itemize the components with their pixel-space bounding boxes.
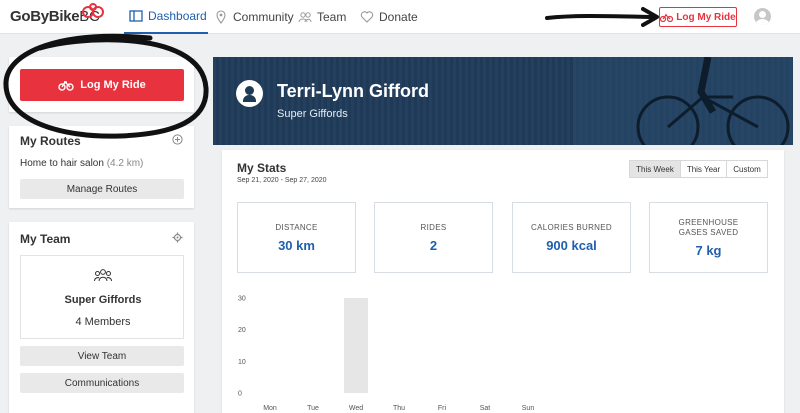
- stat-label: CALORIES BURNED: [531, 223, 612, 232]
- logo-text: GoByBike: [10, 8, 80, 25]
- profile-user-icon: [236, 80, 263, 107]
- y-tick-label: 20: [238, 327, 246, 334]
- communications-button[interactable]: Communications: [20, 373, 184, 393]
- team-name: Super Giffords: [64, 294, 142, 306]
- profile-team-name[interactable]: Super Giffords: [277, 108, 348, 120]
- dashboard-icon: [129, 10, 143, 22]
- route-distance: (4.2 km): [106, 158, 144, 169]
- my-routes-title: My Routes: [20, 134, 81, 148]
- team-summary-box[interactable]: Super Giffords 4 Members: [20, 255, 184, 339]
- stat-label: GREENHOUSE GASES SAVED: [678, 218, 739, 237]
- stat-card-calories: CALORIES BURNED 900 kcal: [512, 202, 631, 273]
- y-tick-label: 0: [238, 391, 242, 398]
- period-custom-button[interactable]: Custom: [726, 160, 768, 178]
- my-team-title: My Team: [20, 232, 71, 246]
- heart-icon: [360, 11, 374, 23]
- bike-icon: [660, 13, 674, 22]
- x-tick-label: Tue: [307, 405, 319, 412]
- stat-label: RIDES: [420, 223, 447, 232]
- bike-icon: [58, 80, 74, 91]
- log-ride-label: Log My Ride: [80, 79, 146, 91]
- stat-card-rides: RIDES 2: [374, 202, 493, 273]
- gear-icon[interactable]: [172, 232, 183, 243]
- team-member-count: 4 Members: [75, 316, 131, 328]
- period-this-year-button[interactable]: This Year: [680, 160, 727, 178]
- x-tick-label: Sat: [480, 405, 491, 412]
- y-tick-label: 10: [238, 359, 246, 366]
- period-this-week-button[interactable]: This Week: [629, 160, 681, 178]
- logo-bike-icon: [82, 3, 104, 18]
- stats-date-range: Sep 21, 2020 - Sep 27, 2020: [237, 177, 327, 184]
- stat-value: 2: [429, 238, 438, 253]
- weekly-distance-chart: 0 10 20 30 Mon Tue Wed Thu Fri Sat Sun: [238, 296, 535, 413]
- location-pin-icon: [216, 10, 226, 24]
- stat-value: 30 km: [278, 238, 315, 253]
- profile-name: Terri-Lynn Gifford: [277, 81, 429, 101]
- nav-label-dashboard: Dashboard: [148, 9, 207, 23]
- nav-tab-dashboard[interactable]: Dashboard: [124, 0, 208, 34]
- top-nav-bar: GoByBikeBC Dashboard Community Team Dona…: [0, 0, 800, 34]
- team-icon: [298, 12, 312, 23]
- nav-tab-community[interactable]: Community: [214, 0, 294, 34]
- nav-tab-donate[interactable]: Donate: [360, 0, 418, 34]
- nav-label-team: Team: [317, 10, 347, 24]
- stat-card-distance: DISTANCE 30 km: [237, 202, 356, 273]
- y-tick-label: 30: [238, 296, 246, 303]
- x-tick-label: Thu: [393, 405, 405, 412]
- nav-label-donate: Donate: [379, 10, 418, 24]
- top-log-ride-button[interactable]: Log My Ride: [659, 7, 737, 27]
- chart-bar-wed[interactable]: [344, 298, 368, 393]
- stats-title: My Stats: [237, 161, 287, 175]
- stat-label: DISTANCE: [275, 223, 318, 232]
- add-route-icon[interactable]: [172, 134, 183, 145]
- x-tick-label: Fri: [438, 405, 447, 412]
- x-tick-label: Wed: [349, 405, 363, 412]
- stat-value: 7 kg: [695, 243, 722, 258]
- view-team-button[interactable]: View Team: [20, 346, 184, 366]
- team-group-icon: [94, 269, 112, 282]
- route-item[interactable]: Home to hair salon (4.2 km): [20, 158, 143, 169]
- top-log-ride-label: Log My Ride: [676, 11, 736, 23]
- route-name: Home to hair salon: [20, 158, 104, 169]
- stat-value: 900 kcal: [546, 238, 597, 253]
- user-avatar[interactable]: [754, 8, 771, 25]
- x-tick-label: Mon: [263, 405, 277, 412]
- log-ride-button[interactable]: Log My Ride: [20, 69, 184, 101]
- manage-routes-button[interactable]: Manage Routes: [20, 179, 184, 199]
- nav-label-community: Community: [233, 10, 294, 24]
- x-tick-label: Sun: [522, 405, 535, 412]
- stat-card-greenhouse: GREENHOUSE GASES SAVED 7 kg: [649, 202, 768, 273]
- nav-tab-team[interactable]: Team: [298, 0, 346, 34]
